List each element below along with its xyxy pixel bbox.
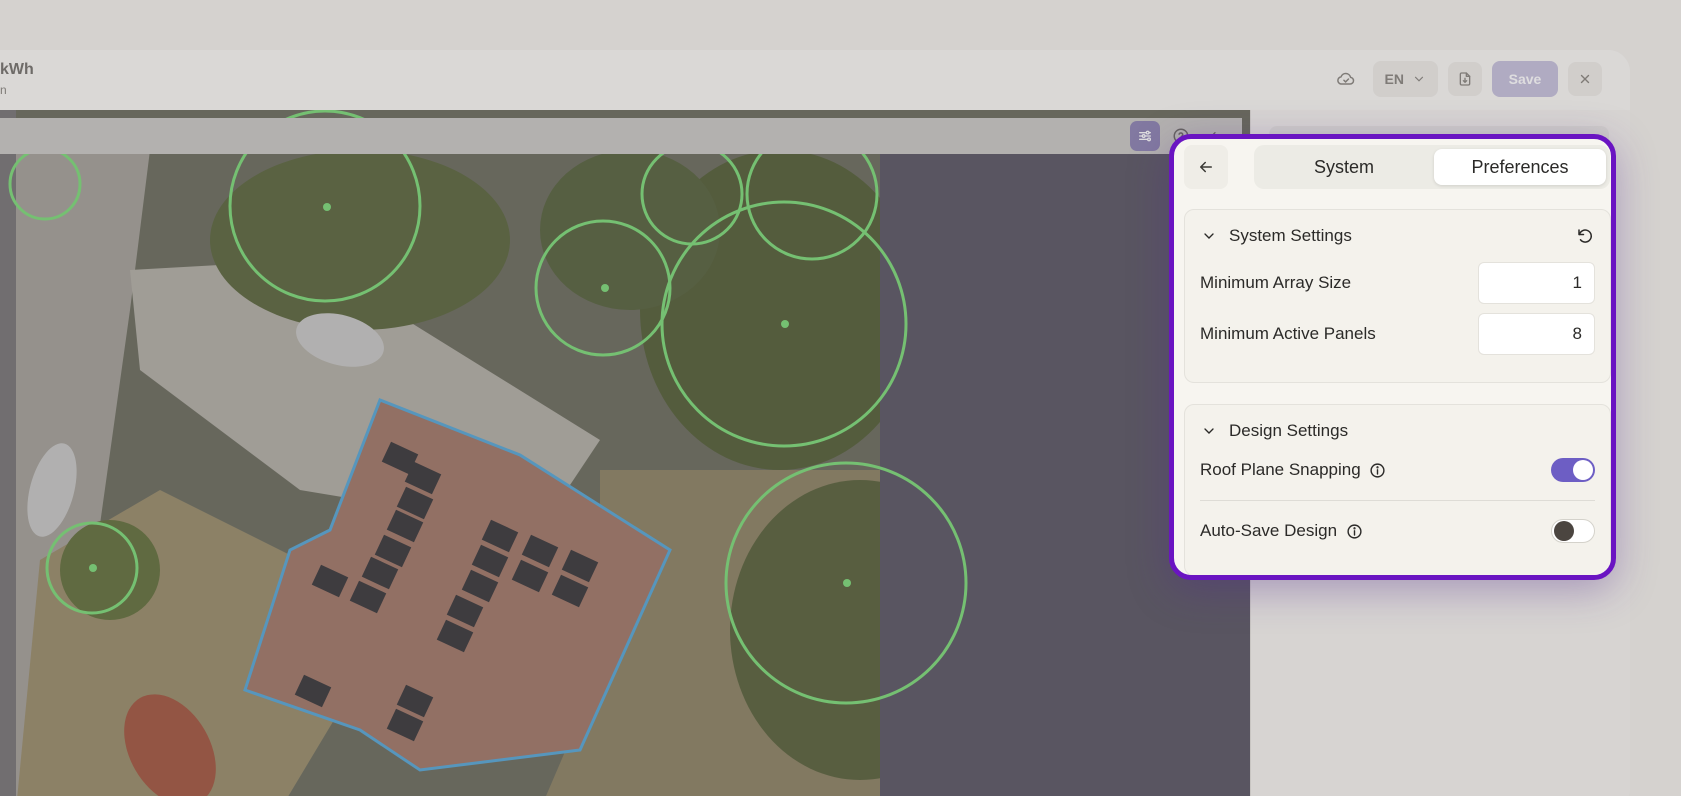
min-array-size-row: Minimum Array Size <box>1200 262 1595 304</box>
preferences-popover: System Preferences System Settings Minim… <box>1169 134 1616 580</box>
design-settings-section: Design Settings Roof Plane Snapping Auto… <box>1184 404 1611 575</box>
top-actions: EN Save <box>1329 61 1602 97</box>
roof-plane-snapping-row: Roof Plane Snapping <box>1200 449 1595 491</box>
divider <box>1200 500 1595 501</box>
min-active-panels-input[interactable] <box>1478 313 1595 355</box>
tree-icon <box>843 579 851 587</box>
cloud-sync-button[interactable] <box>1329 62 1363 96</box>
chevron-down-icon <box>1414 76 1424 82</box>
language-select[interactable]: EN <box>1372 61 1438 97</box>
tree-icon <box>89 564 97 572</box>
design-settings-header[interactable]: Design Settings <box>1199 419 1596 443</box>
popover-tabs: System Preferences <box>1254 145 1610 189</box>
tree-icon <box>323 203 331 211</box>
arrow-left-icon <box>1200 161 1212 173</box>
design-settings-title: Design Settings <box>1229 421 1349 440</box>
tree-icon <box>781 320 789 328</box>
auto-save-row: Auto-Save Design <box>1200 510 1595 552</box>
language-value: EN <box>1384 71 1404 87</box>
min-active-panels-row: Minimum Active Panels <box>1200 313 1595 355</box>
project-subtitle: n <box>0 83 7 97</box>
roof-plane-snapping-text: Roof Plane Snapping <box>1200 460 1361 479</box>
document-icon <box>1459 72 1471 86</box>
toggle-knob <box>1573 460 1593 480</box>
cloud-icon <box>1336 72 1354 85</box>
export-button[interactable] <box>1448 62 1482 96</box>
reset-icon[interactable] <box>1574 225 1596 247</box>
chevron-down-icon <box>1199 226 1219 246</box>
toggle-knob <box>1554 521 1574 541</box>
map-settings-button[interactable] <box>1130 121 1160 151</box>
auto-save-text: Auto-Save Design <box>1200 521 1338 540</box>
chevron-down-icon <box>1199 421 1219 441</box>
satellite-map[interactable] <box>0 110 1250 796</box>
map-imagery <box>0 110 1250 796</box>
min-array-size-label: Minimum Array Size <box>1200 273 1352 292</box>
info-icon[interactable] <box>1369 461 1387 479</box>
min-active-panels-label: Minimum Active Panels <box>1200 324 1376 343</box>
back-button[interactable] <box>1184 145 1228 189</box>
system-settings-section: System Settings Minimum Array Size Minim… <box>1184 209 1611 383</box>
sliders-icon <box>1139 130 1151 142</box>
map-toolbar <box>0 118 1242 154</box>
roof-plane-snapping-toggle[interactable] <box>1551 458 1595 482</box>
close-button[interactable] <box>1568 62 1602 96</box>
min-array-size-input[interactable] <box>1478 262 1595 304</box>
info-icon[interactable] <box>1345 522 1363 540</box>
roof-plane-snapping-label: Roof Plane Snapping <box>1200 460 1387 480</box>
close-icon <box>1580 74 1590 84</box>
tab-preferences[interactable]: Preferences <box>1434 149 1606 185</box>
top-bar: kWh n EN Save <box>0 50 1630 110</box>
project-energy: kWh <box>0 61 34 78</box>
tab-system[interactable]: System <box>1258 149 1430 185</box>
system-settings-header[interactable]: System Settings <box>1199 224 1596 248</box>
system-settings-title: System Settings <box>1229 226 1352 245</box>
auto-save-label: Auto-Save Design <box>1200 521 1363 541</box>
auto-save-toggle[interactable] <box>1551 519 1595 543</box>
tree-icon <box>601 284 609 292</box>
save-button[interactable]: Save <box>1492 61 1558 97</box>
